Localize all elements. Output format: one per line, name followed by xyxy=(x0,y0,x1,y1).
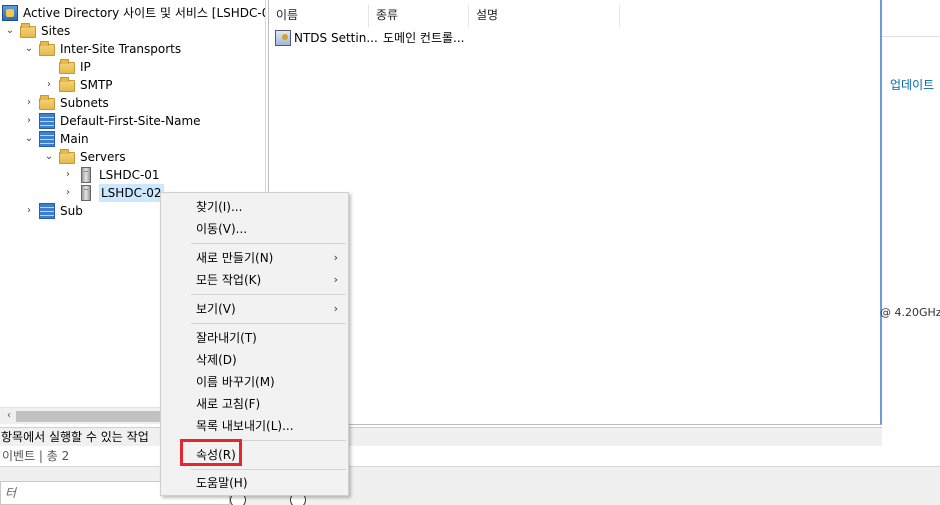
tree-item-label: IP xyxy=(80,60,91,74)
tree-item-label: SMTP xyxy=(80,78,113,92)
menu-item-refresh[interactable]: 새로 고침(F) xyxy=(161,393,348,415)
menu-item-find[interactable]: 찾기(I)... xyxy=(161,196,348,218)
tree-root-label: Active Directory 사이트 및 서비스 [LSHDC-01 xyxy=(23,6,266,20)
list-pane: 이름 종류 설명 NTDS Settin... 도메인 컨트롤... xyxy=(268,0,882,425)
chevron-right-icon[interactable]: › xyxy=(23,112,35,130)
submenu-arrow-icon: › xyxy=(333,273,338,286)
right-panel xyxy=(882,0,940,466)
update-link[interactable]: 업데이트 xyxy=(890,76,934,93)
cpu-info: @ 4.20GHz xyxy=(880,306,940,319)
tree-item-sub[interactable]: › Sub xyxy=(23,202,83,220)
menu-item-move[interactable]: 이동(V)... xyxy=(161,218,348,240)
chevron-down-icon[interactable]: ⌄ xyxy=(43,148,55,166)
tree-item-lshdc-02[interactable]: › LSHDC-02 xyxy=(62,184,164,202)
tree-item-label: Default-First-Site-Name xyxy=(60,114,201,128)
list-item-name: NTDS Settin... xyxy=(294,31,378,45)
tree-item-ip[interactable]: IP xyxy=(43,58,91,76)
tree-item-main[interactable]: ⌄ Main xyxy=(23,130,89,148)
folder-icon xyxy=(59,59,75,74)
tree-item-smtp[interactable]: › SMTP xyxy=(43,76,113,94)
tree-item-servers[interactable]: ⌄ Servers xyxy=(43,148,126,166)
site-icon xyxy=(39,131,55,147)
tree-item-label: Inter-Site Transports xyxy=(60,42,182,56)
tree-item-label: Servers xyxy=(80,150,126,164)
chevron-down-icon[interactable]: ⌄ xyxy=(23,130,35,148)
folder-icon xyxy=(39,95,55,110)
status-bar: 항목에서 실행할 수 있는 작업 xyxy=(0,427,882,446)
tree-root[interactable]: Active Directory 사이트 및 서비스 [LSHDC-01 xyxy=(2,4,266,22)
chevron-right-icon[interactable]: › xyxy=(62,184,74,202)
tree-item-default-first-site[interactable]: › Default-First-Site-Name xyxy=(23,112,201,130)
tree-item-label: Sub xyxy=(60,204,83,218)
list-item[interactable]: NTDS Settin... 도메인 컨트롤... xyxy=(275,28,478,48)
menu-item-label: 보기(V) xyxy=(196,302,236,316)
server-icon xyxy=(81,167,91,183)
menu-item-delete[interactable]: 삭제(D) xyxy=(161,349,348,371)
folder-icon xyxy=(39,41,55,56)
menu-item-export[interactable]: 목록 내보내기(L)... xyxy=(161,415,348,437)
scroll-left-icon[interactable]: ‹ xyxy=(2,408,16,424)
scrollbar-thumb[interactable] xyxy=(16,411,162,422)
events-count: 이벤트 | 총 2 xyxy=(2,449,70,463)
tree-item-inter-site-transports[interactable]: ⌄ Inter-Site Transports xyxy=(23,40,181,58)
menu-item-label: 새로 만들기(N) xyxy=(196,251,274,265)
chevron-right-icon[interactable]: › xyxy=(23,94,35,112)
properties-highlight-box xyxy=(180,439,242,466)
menu-item-help[interactable]: 도움말(H) xyxy=(161,472,348,494)
site-icon xyxy=(39,203,55,219)
active-directory-icon xyxy=(2,5,18,21)
menu-item-all-tasks[interactable]: 모든 작업(K) › xyxy=(161,269,348,291)
submenu-arrow-icon: › xyxy=(333,251,338,264)
tree-item-label: Main xyxy=(60,132,89,146)
menu-item-view[interactable]: 보기(V) › xyxy=(161,298,348,320)
folder-icon xyxy=(20,23,36,38)
divider xyxy=(882,36,940,37)
column-header-type[interactable]: 종류 xyxy=(369,5,469,27)
tree-item-sites[interactable]: ⌄ Sites xyxy=(4,22,70,40)
chevron-down-icon[interactable]: ⌄ xyxy=(4,22,16,40)
column-header-name[interactable]: 이름 xyxy=(269,5,369,27)
tree-item-subnets[interactable]: › Subnets xyxy=(23,94,109,112)
tree-item-label: LSHDC-02 xyxy=(99,184,164,202)
tree-item-label: LSHDC-01 xyxy=(99,168,160,182)
tree-item-lshdc-01[interactable]: › LSHDC-01 xyxy=(62,166,160,184)
menu-separator xyxy=(191,323,346,324)
tree-item-label: Subnets xyxy=(60,96,109,110)
menu-item-cut[interactable]: 잘라내기(T) xyxy=(161,327,348,349)
chevron-right-icon[interactable]: › xyxy=(62,166,74,184)
tree-item-label: Sites xyxy=(41,24,71,38)
server-icon xyxy=(81,185,91,201)
menu-separator xyxy=(191,469,346,470)
menu-item-label: 모든 작업(K) xyxy=(196,273,262,287)
menu-separator xyxy=(191,243,346,244)
ntds-settings-icon xyxy=(275,30,291,46)
site-icon xyxy=(39,113,55,129)
list-item-type: 도메인 컨트롤... xyxy=(383,31,465,45)
chevron-right-icon[interactable]: › xyxy=(43,76,55,94)
submenu-arrow-icon: › xyxy=(333,302,338,315)
menu-item-new[interactable]: 새로 만들기(N) › xyxy=(161,247,348,269)
menu-item-rename[interactable]: 이름 바꾸기(M) xyxy=(161,371,348,393)
column-header-description[interactable]: 설명 xyxy=(469,5,620,27)
folder-icon xyxy=(59,149,75,164)
menu-separator xyxy=(191,294,346,295)
chevron-right-icon[interactable]: › xyxy=(23,202,35,220)
folder-icon xyxy=(59,77,75,92)
chevron-down-icon[interactable]: ⌄ xyxy=(23,40,35,58)
filter-dropdown-value: 터 xyxy=(5,486,17,500)
